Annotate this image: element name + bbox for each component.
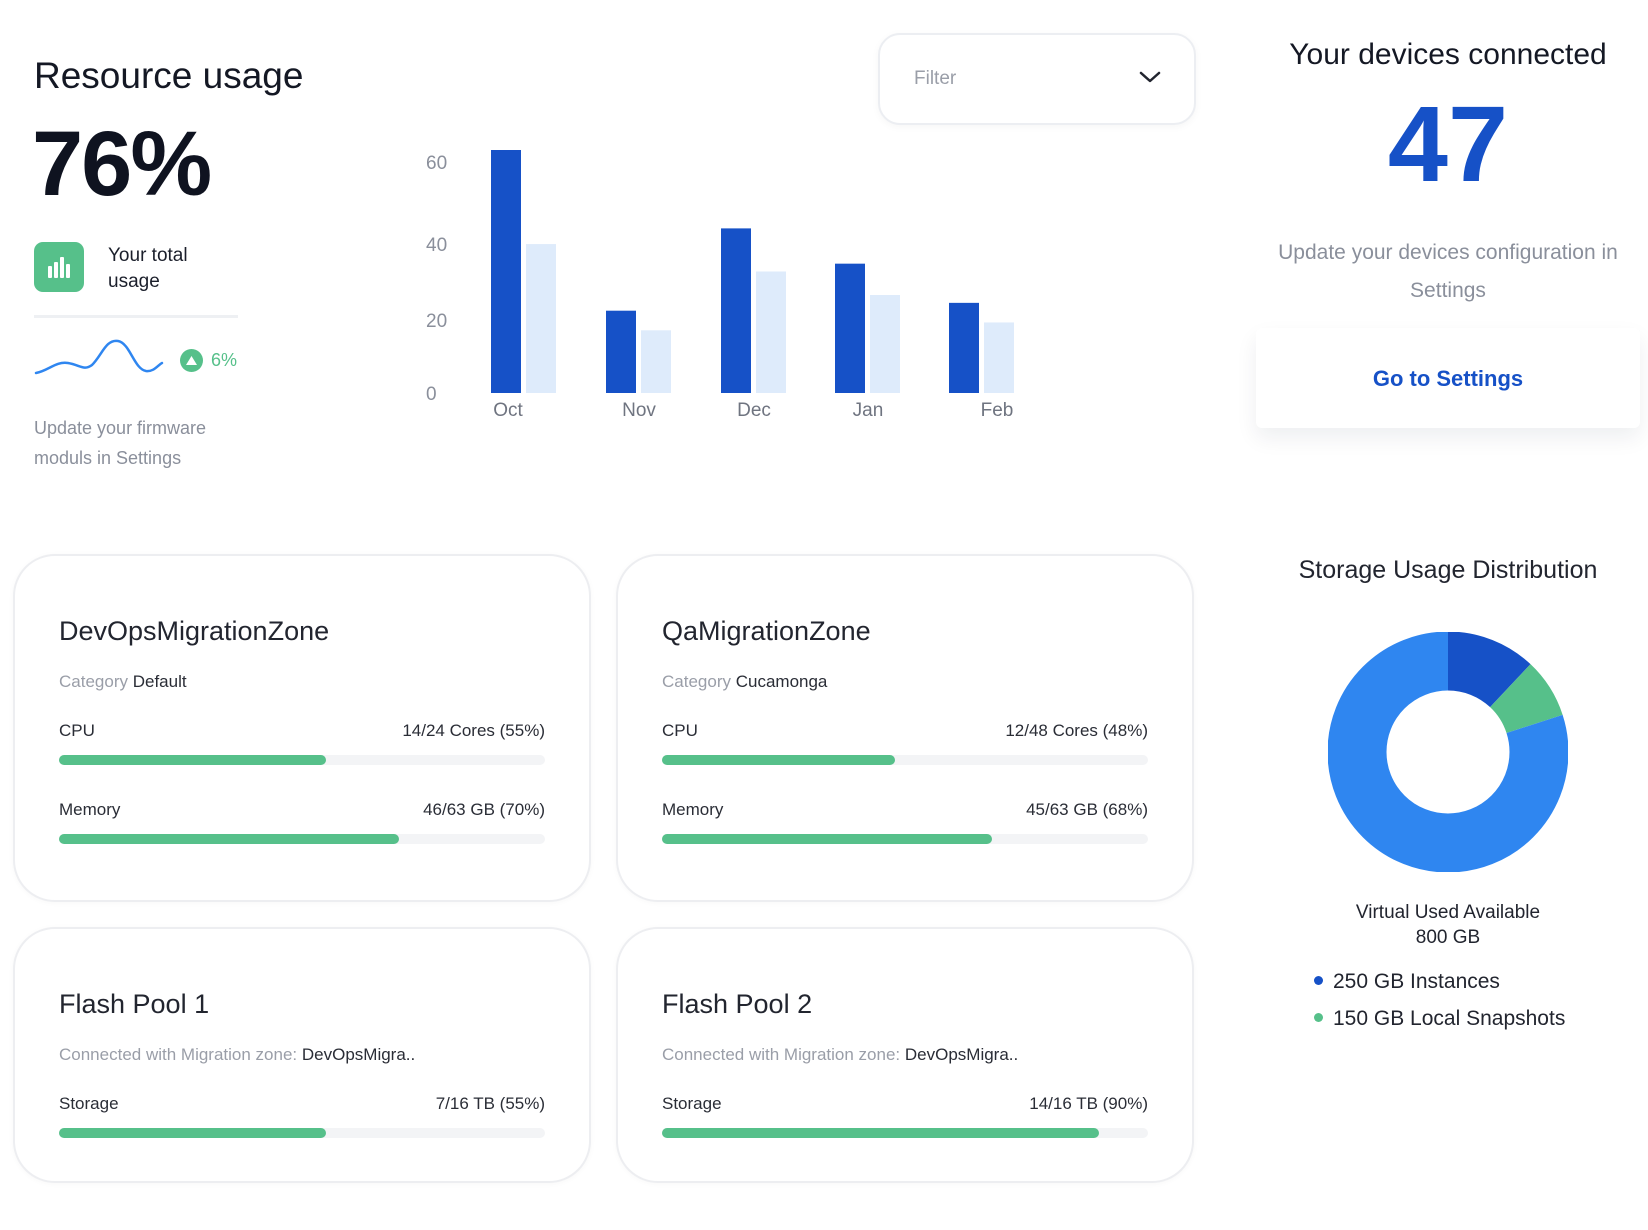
cpu-value: 12/48 Cores (48%) — [1005, 721, 1148, 740]
x-tick-label: Dec — [737, 400, 771, 421]
connected-zone: DevOpsMigra.. — [904, 1045, 1019, 1064]
memory-value: 45/63 GB (68%) — [1026, 800, 1148, 819]
zone-category: Category Cucamonga — [662, 672, 827, 692]
devices-title: Your devices connected — [1289, 38, 1607, 71]
bar-chart-icon — [34, 242, 84, 292]
y-tick-label: 60 — [426, 153, 447, 174]
bar-feb-2 — [984, 322, 1014, 393]
legend-dot — [1314, 1012, 1323, 1022]
cpu-label: CPU — [59, 721, 95, 740]
pool-name: Flash Pool 1 — [59, 989, 210, 1019]
storage-progress-fill — [59, 1128, 327, 1138]
legend-label: 150 GB Local Snapshots — [1333, 1007, 1566, 1030]
devices-note: Update your devices configuration in Set… — [1278, 241, 1618, 302]
cpu-value: 14/24 Cores (55%) — [402, 721, 545, 740]
trend-sparkline — [34, 339, 164, 375]
memory-progress-track — [59, 834, 545, 844]
bar-dec-2 — [756, 271, 786, 393]
memory-progress-fill — [59, 834, 400, 844]
legend-dot — [1314, 975, 1323, 985]
storage-value: 14/16 TB (90%) — [1029, 1094, 1148, 1113]
legend-item-snapshots: 150 GB Local Snapshots — [1314, 1007, 1565, 1031]
storage-distribution-title: Storage Usage Distribution — [1298, 556, 1598, 584]
zone-card-qa[interactable]: QaMigrationZone Category Cucamonga CPU 1… — [616, 554, 1194, 902]
divider — [34, 315, 238, 318]
x-tick-label: Jan — [853, 400, 884, 421]
memory-label: Memory — [662, 800, 724, 819]
memory-label: Memory — [59, 800, 121, 819]
y-tick-label: 20 — [426, 311, 447, 332]
pool-card-flash-2[interactable]: Flash Pool 2 Connected with Migration zo… — [616, 927, 1194, 1183]
memory-value: 46/63 GB (70%) — [423, 800, 545, 819]
storage-total-label: Virtual Used Available — [1355, 902, 1541, 923]
memory-progress-fill — [662, 834, 993, 844]
cpu-progress-fill — [662, 755, 896, 765]
category-value: Default — [132, 672, 187, 691]
pool-name: Flash Pool 2 — [662, 989, 813, 1019]
pool-connection: Connected with Migration zone: DevOpsMig… — [59, 1045, 415, 1065]
cpu-progress-track — [662, 755, 1148, 765]
bar-jan-1 — [835, 263, 865, 393]
resource-bar-chart: 0 20 40 60 Oct Nov Dec Jan Feb — [426, 150, 1014, 421]
storage-progress-track — [662, 1128, 1148, 1138]
bar-dec-1 — [721, 228, 751, 393]
firmware-note: Update your firmware moduls in Settings — [34, 418, 207, 468]
resource-usage-title: Resource usage — [34, 55, 304, 96]
storage-total-value: 800 GB — [1415, 927, 1481, 948]
total-usage-label: Your total usage — [108, 245, 188, 292]
devices-connected-card: Your devices connected 47 Update your de… — [1256, 28, 1640, 428]
legend-label: 250 GB Instances — [1333, 970, 1500, 993]
bar-nov-1 — [606, 310, 636, 393]
filter-label: Filter — [914, 68, 957, 89]
cpu-progress-fill — [59, 755, 327, 765]
pool-card-flash-1[interactable]: Flash Pool 1 Connected with Migration zo… — [13, 927, 591, 1183]
connected-zone: DevOpsMigra.. — [301, 1045, 416, 1064]
filter-dropdown[interactable]: Filter — [878, 33, 1196, 125]
zone-card-devops[interactable]: DevOpsMigrationZone Category Default CPU… — [13, 554, 591, 902]
storage-progress-track — [59, 1128, 545, 1138]
category-value: Cucamonga — [735, 672, 828, 691]
storage-donut-chart — [1328, 632, 1568, 872]
devices-count: 47 — [1387, 83, 1509, 204]
bar-oct-2 — [526, 244, 556, 393]
go-to-settings-button[interactable]: Go to Settings — [1256, 328, 1640, 428]
category-label: Category — [59, 672, 128, 691]
bar-jan-2 — [870, 295, 900, 393]
chevron-down-icon — [1139, 71, 1161, 83]
bar-nov-2 — [641, 330, 671, 393]
storage-progress-fill — [662, 1128, 1100, 1138]
x-tick-label: Oct — [493, 400, 523, 421]
connected-label: Connected with Migration zone: — [662, 1045, 901, 1064]
resource-usage-percent: 76% — [32, 113, 212, 215]
storage-total: Virtual Used Available 800 GB — [1256, 900, 1640, 950]
storage-value: 7/16 TB (55%) — [435, 1094, 545, 1113]
trend-up-icon — [180, 349, 203, 372]
bar-feb-1 — [949, 302, 979, 393]
pool-connection: Connected with Migration zone: DevOpsMig… — [662, 1045, 1018, 1065]
legend-item-instances: 250 GB Instances — [1314, 970, 1500, 994]
storage-label: Storage — [662, 1094, 722, 1113]
memory-progress-track — [662, 834, 1148, 844]
cpu-progress-track — [59, 755, 545, 765]
x-tick-label: Nov — [622, 400, 656, 421]
zone-category: Category Default — [59, 672, 187, 692]
storage-label: Storage — [59, 1094, 119, 1113]
trend-percent: 6% — [211, 350, 238, 370]
y-tick-label: 40 — [426, 235, 447, 256]
category-label: Category — [662, 672, 731, 691]
y-tick-label: 0 — [426, 384, 437, 405]
connected-label: Connected with Migration zone: — [59, 1045, 298, 1064]
zone-name: DevOpsMigrationZone — [59, 616, 330, 646]
cpu-label: CPU — [662, 721, 698, 740]
bar-oct-1 — [491, 150, 521, 393]
go-to-settings-label: Go to Settings — [1372, 366, 1524, 391]
zone-name: QaMigrationZone — [662, 616, 871, 646]
x-tick-label: Feb — [981, 400, 1014, 421]
